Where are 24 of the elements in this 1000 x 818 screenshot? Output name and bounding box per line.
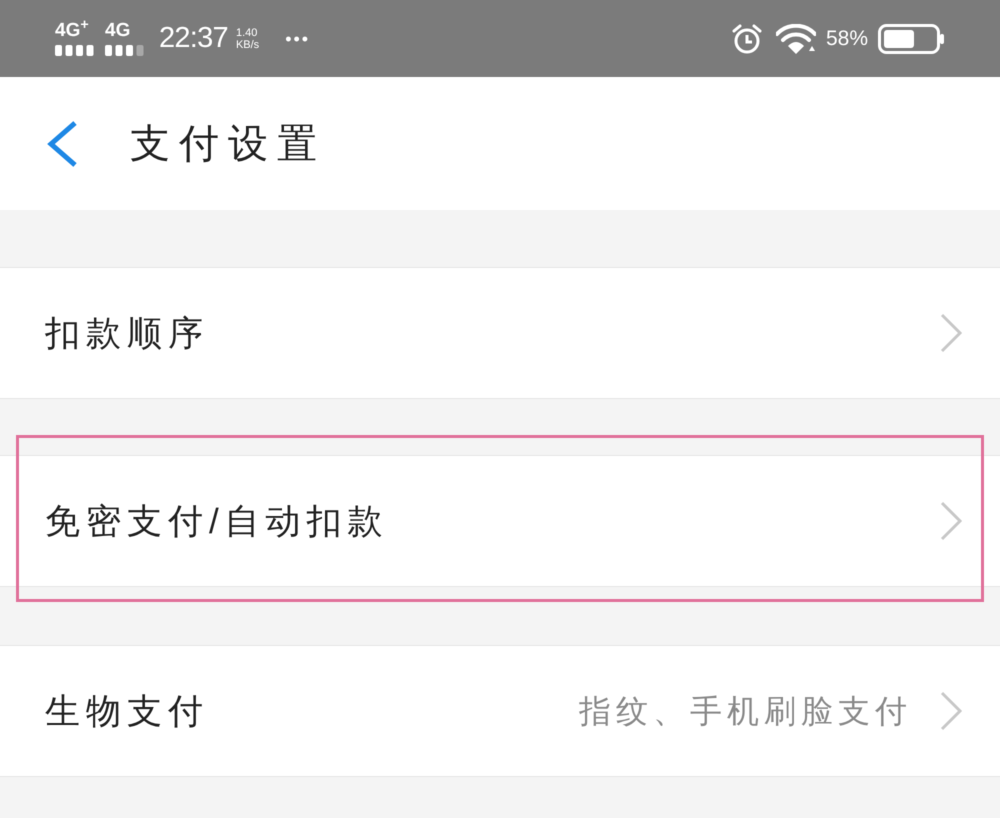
row-label: 免密支付/自动扣款 bbox=[45, 504, 389, 538]
network-label: 4G$^{+}$ bbox=[55, 21, 89, 40]
data-rate: 1.40 bbox=[236, 26, 258, 38]
settings-row[interactable]: 生物支付 指纹、手机刷脸支付 bbox=[0, 645, 1000, 777]
data-rate-unit: KB/s bbox=[236, 38, 260, 50]
settings-row[interactable]: 扣款顺序 bbox=[0, 267, 1000, 399]
alarm-clock-icon bbox=[730, 22, 763, 54]
network-label: 4G bbox=[105, 21, 130, 40]
row-detail: 指纹、手机刷脸支付 bbox=[579, 695, 912, 727]
more-indicator: ••• bbox=[285, 30, 310, 48]
chevron-right-icon bbox=[940, 691, 962, 731]
chevron-right-icon bbox=[940, 313, 962, 353]
row-label: 扣款顺序 bbox=[45, 316, 209, 350]
back-chevron-icon bbox=[45, 120, 79, 168]
signal-bars-icon bbox=[105, 45, 145, 56]
signal-bars-icon bbox=[55, 45, 95, 56]
settings-row[interactable]: 免密支付/自动扣款 bbox=[0, 455, 1000, 587]
clock-time: 22:37 bbox=[159, 24, 228, 53]
battery-icon bbox=[878, 24, 945, 54]
page-title: 支付设置 bbox=[130, 124, 326, 164]
battery-percent: 58% bbox=[826, 28, 868, 49]
chevron-right-icon bbox=[940, 501, 962, 541]
wifi-icon bbox=[776, 24, 816, 54]
row-label: 生物支付 bbox=[45, 694, 209, 728]
